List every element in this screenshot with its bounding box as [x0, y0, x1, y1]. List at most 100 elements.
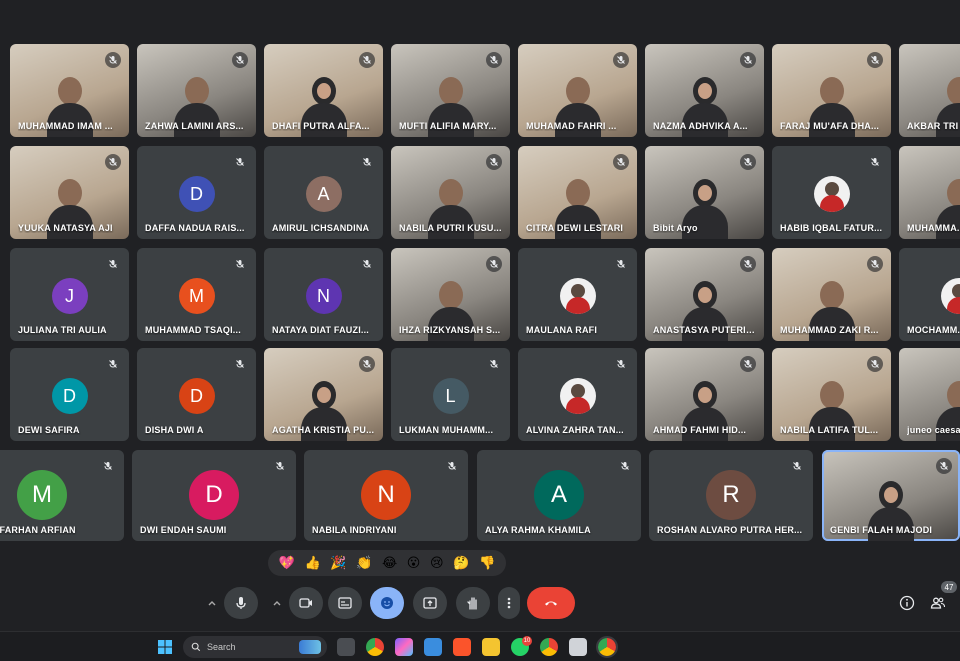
- participant-tile[interactable]: MUFTI ALIFIA MARY...: [391, 44, 510, 137]
- participant-name: juneo caesa...: [907, 425, 960, 435]
- leave-call-button[interactable]: [527, 587, 575, 619]
- participant-tile[interactable]: MUHAMMA...: [899, 146, 960, 239]
- participant-tile[interactable]: HABIB IQBAL FATUR...: [772, 146, 891, 239]
- participant-tile[interactable]: MUHAMMAD IMAM ...: [10, 44, 129, 137]
- audio-options-caret-icon[interactable]: [201, 587, 223, 619]
- chrome-icon[interactable]: [366, 638, 384, 656]
- mic-off-icon: [867, 256, 883, 272]
- chrome-profile-icon[interactable]: [540, 638, 558, 656]
- reactions-button[interactable]: [370, 587, 404, 619]
- participant-name: IHZA RIZKYANSAH S...: [399, 325, 501, 335]
- participant-name: Bibit Aryo: [653, 223, 698, 233]
- participant-tile[interactable]: MUHAMMAD ZAKI R...: [772, 248, 891, 341]
- participant-tile[interactable]: ANASTASYA PUTERI ...: [645, 248, 764, 341]
- participant-photo: [559, 378, 596, 414]
- meeting-info-button[interactable]: [897, 593, 917, 613]
- participant-tile[interactable]: L LUKMAN MUHAMM...: [391, 348, 510, 441]
- reaction-emoji[interactable]: 😮: [407, 557, 421, 570]
- participant-tile[interactable]: A AMIRUL ICHSANDINA: [264, 146, 383, 239]
- mic-off-icon: [105, 52, 121, 68]
- participant-tile[interactable]: NABILA PUTRI KUSU...: [391, 146, 510, 239]
- participant-tile[interactable]: D DISHA DWI A: [137, 348, 256, 441]
- participant-tile[interactable]: ZAHWA LAMINI ARS...: [137, 44, 256, 137]
- file-explorer-icon[interactable]: [482, 638, 500, 656]
- participant-tile[interactable]: FARAJ MU'AFA DHA...: [772, 44, 891, 137]
- participant-tile[interactable]: AKBAR TRI R...: [899, 44, 960, 137]
- reaction-emoji[interactable]: 😢: [430, 557, 444, 570]
- participant-tile[interactable]: MOCHAMM...: [899, 248, 960, 341]
- participant-name: AGATHA KRISTIA PU...: [272, 425, 375, 435]
- mic-off-icon: [613, 154, 629, 170]
- participant-tile[interactable]: MAULANA RAFI: [518, 248, 637, 341]
- windows-start-icon[interactable]: [157, 639, 173, 655]
- reaction-emoji[interactable]: 🎉: [330, 557, 346, 570]
- participant-name: AMIRUL ICHSANDINA: [272, 223, 370, 233]
- reactions-bar: 💖 👍 🎉 👏 😂 😮 😢 🤔 👎: [268, 550, 506, 576]
- participant-name: ANASTASYA PUTERI ...: [653, 325, 756, 335]
- participant-tile[interactable]: GENBI FALAH MAJODI: [822, 450, 960, 541]
- participant-tile[interactable]: A ALYA RAHMA KHAMILA: [477, 450, 641, 541]
- brave-icon[interactable]: [453, 638, 471, 656]
- participant-avatar: M: [17, 470, 67, 520]
- participant-name: DWI ENDAH SAUMI: [140, 525, 227, 535]
- captions-icon: [338, 597, 352, 609]
- reaction-emoji[interactable]: 👍: [305, 557, 321, 570]
- participant-tile[interactable]: D DAFFA NADUA RAIS...: [137, 146, 256, 239]
- participant-tile[interactable]: ALVINA ZAHRA TAN...: [518, 348, 637, 441]
- snipping-tool-icon[interactable]: [569, 638, 587, 656]
- participant-tile[interactable]: MUHAMAD FAHRI ...: [518, 44, 637, 137]
- participant-tile[interactable]: D DEWI SAFIRA: [10, 348, 129, 441]
- participant-tile[interactable]: M MUHAMMAD TSAQI...: [137, 248, 256, 341]
- participant-tile[interactable]: YUUKA NATASYA AJI: [10, 146, 129, 239]
- windows-taskbar: Search 10: [0, 631, 960, 661]
- captions-button[interactable]: [328, 587, 362, 619]
- participant-name: HABIB IQBAL FATUR...: [780, 223, 883, 233]
- reaction-emoji[interactable]: 👎: [479, 557, 495, 570]
- participant-tile[interactable]: CITRA DEWI LESTARI: [518, 146, 637, 239]
- participant-tile[interactable]: juneo caesa...: [899, 348, 960, 441]
- participant-tile[interactable]: IHZA RIZKYANSAH S...: [391, 248, 510, 341]
- mic-off-icon: [789, 458, 805, 474]
- participant-tile[interactable]: N NABILA INDRIYANI: [304, 450, 468, 541]
- raise-hand-button[interactable]: [456, 587, 490, 619]
- participant-avatar: R: [706, 470, 756, 520]
- participant-avatar: D: [178, 378, 215, 414]
- participant-tile[interactable]: N NATAYA DIAT FAUZI...: [264, 248, 383, 341]
- store-icon[interactable]: [424, 638, 442, 656]
- copilot-icon[interactable]: [395, 638, 413, 656]
- participant-tile[interactable]: Bibit Aryo: [645, 146, 764, 239]
- mic-off-icon: [740, 256, 756, 272]
- people-button[interactable]: [928, 593, 948, 613]
- participant-name: ROSHAN ALVARO PUTRA HER...: [657, 525, 803, 535]
- video-options-caret-icon[interactable]: [266, 587, 288, 619]
- participant-tile[interactable]: D DWI ENDAH SAUMI: [132, 450, 296, 541]
- participant-tile[interactable]: R ROSHAN ALVARO PUTRA HER...: [649, 450, 813, 541]
- reaction-emoji[interactable]: 😂: [382, 557, 397, 570]
- participant-tile[interactable]: AHMAD FAHMI HID...: [645, 348, 764, 441]
- mic-off-icon: [359, 356, 375, 372]
- present-button[interactable]: [413, 587, 447, 619]
- participant-name: MUFTI ALIFIA MARY...: [399, 121, 497, 131]
- whatsapp-badge: 10: [522, 636, 532, 646]
- participant-tile[interactable]: DHAFI PUTRA ALFA...: [264, 44, 383, 137]
- participant-tile[interactable]: AGATHA KRISTIA PU...: [264, 348, 383, 441]
- camera-button[interactable]: [289, 587, 323, 619]
- reaction-emoji[interactable]: 👏: [356, 557, 372, 570]
- reaction-emoji[interactable]: 🤔: [453, 557, 469, 570]
- participant-tile[interactable]: M MMAD FARHAN ARFIAN: [0, 450, 124, 541]
- participant-name: LUKMAN MUHAMM...: [399, 425, 494, 435]
- reaction-emoji[interactable]: 💖: [279, 557, 295, 570]
- emoji-icon: [381, 597, 393, 609]
- participant-tile[interactable]: NABILA LATIFA TUL...: [772, 348, 891, 441]
- camera-icon: [299, 598, 312, 608]
- microphone-button[interactable]: [224, 587, 258, 619]
- participant-tile[interactable]: NAZMA ADHVIKA A...: [645, 44, 764, 137]
- mic-off-icon: [100, 458, 116, 474]
- task-view-icon[interactable]: [337, 638, 355, 656]
- more-options-button[interactable]: [498, 587, 520, 619]
- mic-off-icon: [232, 356, 248, 372]
- taskbar-search[interactable]: Search: [183, 636, 327, 658]
- mic-off-icon: [105, 256, 121, 272]
- participant-tile[interactable]: J JULIANA TRI AULIA: [10, 248, 129, 341]
- chrome-meet-icon[interactable]: [596, 636, 618, 658]
